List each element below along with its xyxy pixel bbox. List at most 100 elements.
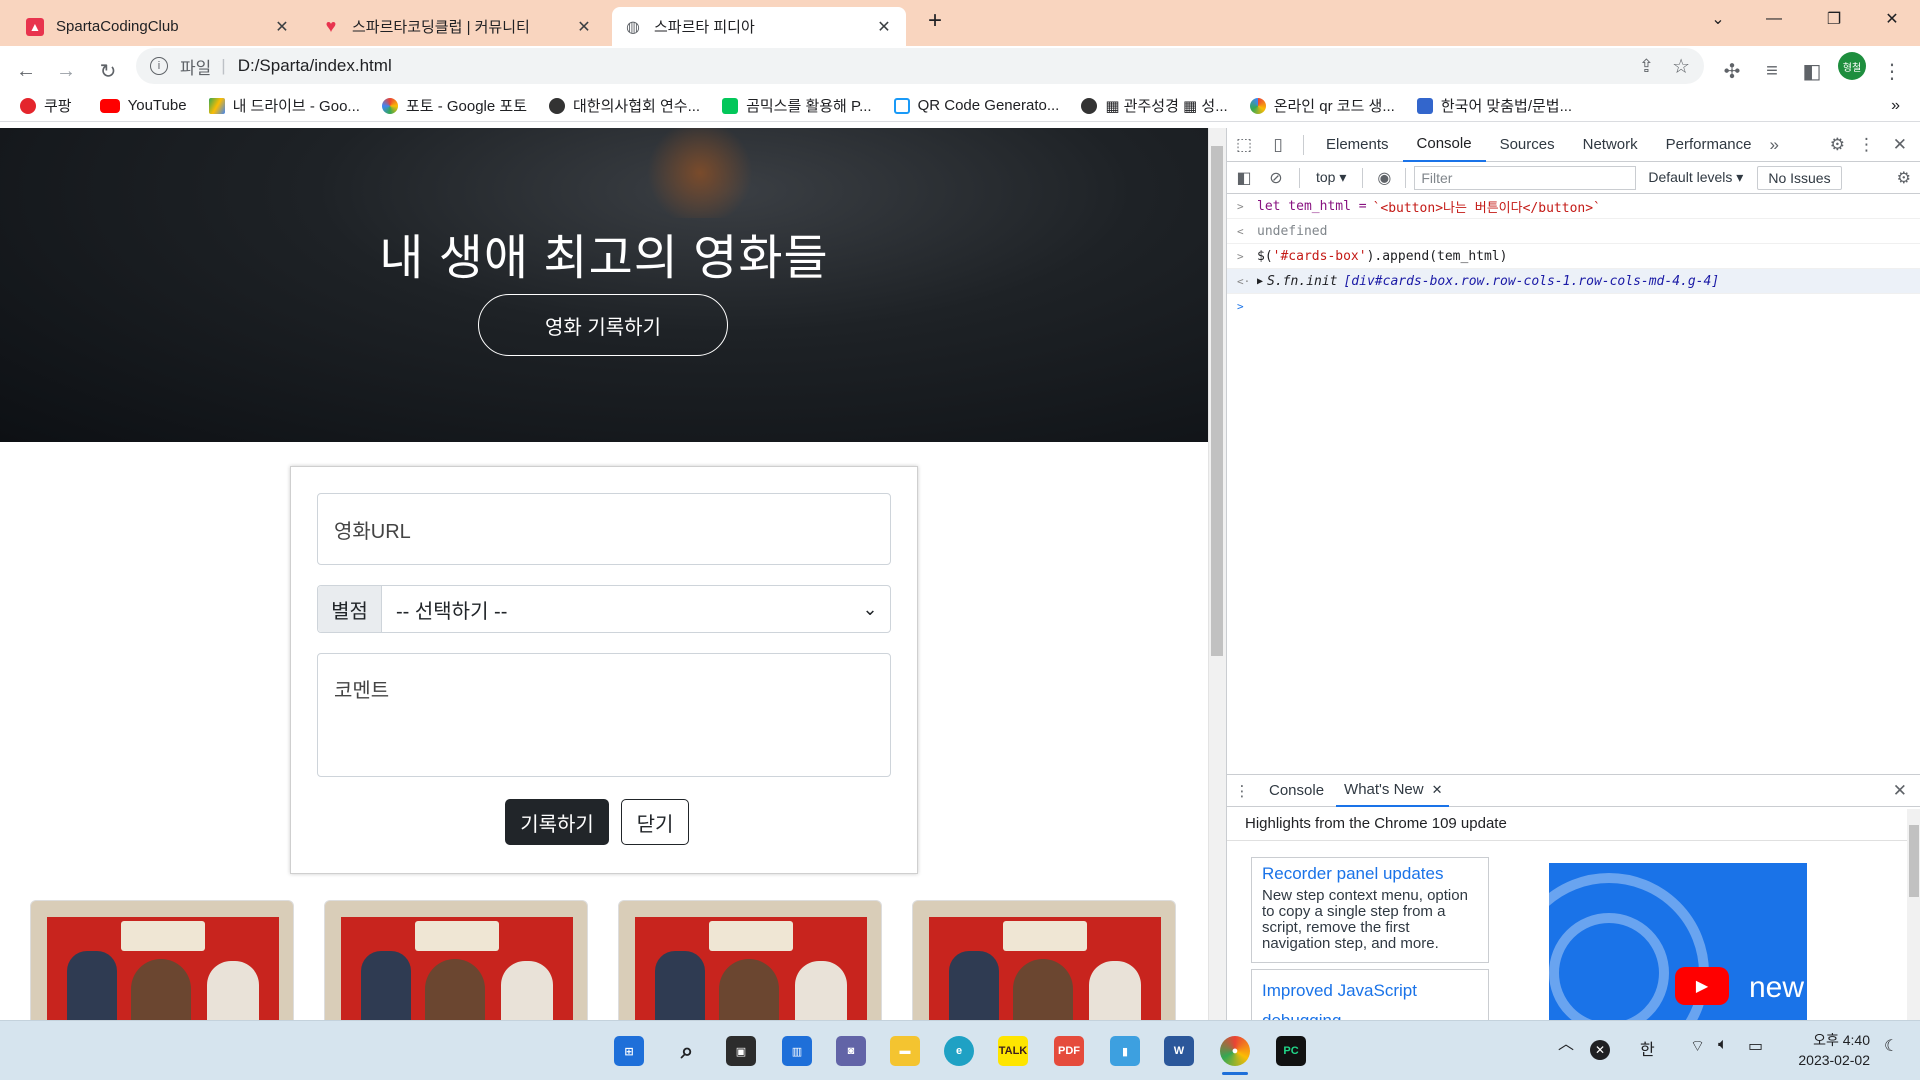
movie-poster[interactable] bbox=[912, 900, 1176, 1020]
log-levels-select[interactable]: Default levels ▾ bbox=[1648, 169, 1743, 186]
bookmark-drive[interactable]: 내 드라이브 - Goo... bbox=[208, 95, 360, 116]
search-icon[interactable]: ⌕ bbox=[672, 1036, 702, 1066]
whats-new-video-thumbnail[interactable]: ▶ new bbox=[1549, 863, 1807, 1021]
share-icon[interactable]: ⇪ bbox=[1639, 56, 1654, 77]
console-prompt[interactable]: > bbox=[1227, 294, 1920, 319]
media-icon[interactable]: ≡ bbox=[1756, 55, 1788, 87]
movie-poster[interactable] bbox=[618, 900, 882, 1020]
page-scrollbar-thumb[interactable] bbox=[1211, 146, 1223, 656]
new-tab-button[interactable]: + bbox=[920, 6, 950, 36]
close-devtools-icon[interactable]: ✕ bbox=[1893, 135, 1907, 155]
edge-icon[interactable]: e bbox=[944, 1036, 974, 1066]
side-panel-icon[interactable]: ◧ bbox=[1796, 55, 1828, 87]
device-toggle-icon[interactable]: ▯ bbox=[1261, 135, 1295, 155]
context-select[interactable]: top ▾ bbox=[1308, 169, 1354, 186]
close-tab-icon[interactable]: ✕ bbox=[1432, 782, 1443, 798]
info-icon[interactable]: i bbox=[150, 57, 168, 75]
menu-icon[interactable]: ⋮ bbox=[1876, 55, 1908, 87]
address-bar[interactable]: i 파일 | D:/Sparta/index.html ⇪ ☆ bbox=[136, 48, 1704, 84]
console-settings-icon[interactable]: ⚙ bbox=[1897, 168, 1911, 188]
teams-chat-icon[interactable]: ◙ bbox=[836, 1036, 866, 1066]
task-view-icon[interactable]: ▣ bbox=[726, 1036, 756, 1066]
tab-community[interactable]: ♥ 스파르타코딩클럽 | 커뮤니티 ✕ bbox=[310, 7, 606, 46]
start-icon[interactable]: ⊞ bbox=[614, 1036, 644, 1066]
drawer-scrollbar[interactable] bbox=[1907, 809, 1920, 1021]
record-movie-button[interactable]: 영화 기록하기 bbox=[478, 294, 728, 356]
minimize-button[interactable]: — bbox=[1746, 0, 1802, 38]
file-explorer-icon[interactable]: ▬ bbox=[890, 1036, 920, 1066]
more-tabs-icon[interactable]: » bbox=[1770, 135, 1779, 155]
widgets-icon[interactable]: ▥ bbox=[782, 1036, 812, 1066]
sidebar-toggle-icon[interactable]: ◧ bbox=[1227, 168, 1261, 188]
console-filter-input[interactable]: Filter bbox=[1414, 165, 1637, 190]
expand-triangle-icon[interactable]: ▶ bbox=[1257, 276, 1263, 287]
tray-overflow-icon[interactable]: ︿ bbox=[1558, 1030, 1574, 1054]
devtools-menu-icon[interactable]: ⋮ bbox=[1858, 135, 1875, 155]
whats-new-card[interactable]: Improved JavaScript debugging bbox=[1251, 969, 1489, 1021]
movie-poster[interactable] bbox=[324, 900, 588, 1020]
ime-indicator[interactable]: 한 bbox=[1640, 1036, 1655, 1060]
youtube-play-icon[interactable]: ▶ bbox=[1675, 967, 1729, 1005]
profile-avatar[interactable]: 형철 bbox=[1838, 52, 1866, 80]
notification-icon[interactable]: ☾ bbox=[1884, 1036, 1898, 1056]
movie-poster[interactable] bbox=[30, 900, 294, 1020]
restore-button[interactable]: ❐ bbox=[1806, 0, 1862, 38]
bookmark-youtube[interactable]: YouTube bbox=[99, 97, 187, 114]
bookmark-star-icon[interactable]: ☆ bbox=[1672, 54, 1690, 79]
battery-icon[interactable]: ▭ bbox=[1748, 1036, 1763, 1056]
tab-elements[interactable]: Elements bbox=[1312, 128, 1403, 162]
tab-performance[interactable]: Performance bbox=[1652, 128, 1766, 162]
bookmark-photos[interactable]: 포토 - Google 포토 bbox=[381, 95, 527, 116]
notepad-icon[interactable]: ▮ bbox=[1110, 1036, 1140, 1066]
url-text[interactable]: D:/Sparta/index.html bbox=[238, 56, 392, 76]
rating-select[interactable]: -- 선택하기 -- bbox=[382, 595, 850, 624]
settings-gear-icon[interactable]: ⚙ bbox=[1830, 135, 1845, 155]
volume-icon[interactable]: 🔈︎ bbox=[1718, 1036, 1728, 1054]
wifi-icon[interactable]: ⌔ bbox=[1690, 1036, 1705, 1056]
whats-new-card[interactable]: Recorder panel updates New step context … bbox=[1251, 857, 1489, 963]
submit-button[interactable]: 기록하기 bbox=[505, 799, 609, 845]
movie-url-input[interactable]: 영화URL bbox=[317, 493, 891, 565]
drawer-tab-console[interactable]: Console bbox=[1257, 782, 1336, 799]
close-tab-icon[interactable]: ✕ bbox=[574, 17, 594, 37]
bookmark-qr-online[interactable]: 온라인 qr 코드 생... bbox=[1249, 95, 1395, 116]
clear-console-icon[interactable]: ⊘ bbox=[1261, 168, 1291, 188]
comment-textarea[interactable]: 코멘트 bbox=[317, 653, 891, 777]
back-button[interactable]: ← bbox=[10, 55, 42, 87]
live-expression-eye-icon[interactable]: ◉ bbox=[1371, 168, 1397, 188]
extensions-icon[interactable]: ✣ bbox=[1716, 55, 1748, 87]
close-tab-icon[interactable]: ✕ bbox=[874, 17, 894, 37]
bookmark-kma[interactable]: 대한의사협회 연수... bbox=[549, 95, 700, 116]
drawer-tab-whats-new[interactable]: What's New ✕ bbox=[1336, 775, 1449, 807]
bookmark-qr[interactable]: QR Code Generato... bbox=[893, 97, 1059, 114]
tab-network[interactable]: Network bbox=[1569, 128, 1652, 162]
word-icon[interactable]: W bbox=[1164, 1036, 1194, 1066]
drawer-scrollbar-thumb[interactable] bbox=[1909, 825, 1919, 897]
tab-sparta-pedia[interactable]: ◍ 스파르타 피디아 ✕ bbox=[612, 7, 906, 46]
close-drawer-icon[interactable]: ✕ bbox=[1893, 781, 1907, 801]
drawer-menu-icon[interactable]: ⋮ bbox=[1227, 782, 1257, 800]
tray-app-icon[interactable]: ✕ bbox=[1590, 1040, 1610, 1060]
pdf-icon[interactable]: PDF bbox=[1054, 1036, 1084, 1066]
forward-button[interactable]: → bbox=[50, 55, 82, 87]
bookmark-gom[interactable]: 곰믹스를 활용해 P... bbox=[722, 95, 872, 116]
reload-button[interactable]: ↻ bbox=[92, 55, 124, 87]
pycharm-icon[interactable]: PC bbox=[1276, 1036, 1306, 1066]
chrome-icon[interactable]: ● bbox=[1220, 1036, 1250, 1066]
bookmark-bible[interactable]: ▦ 관주성경 ▦ 성... bbox=[1081, 95, 1228, 116]
bookmark-coupang[interactable]: 쿠팡 bbox=[20, 95, 72, 116]
card-title[interactable]: Improved JavaScript debugging bbox=[1262, 976, 1478, 1020]
card-title[interactable]: Recorder panel updates bbox=[1262, 864, 1478, 884]
inspect-icon[interactable]: ⬚ bbox=[1227, 135, 1261, 155]
kakaotalk-icon[interactable]: TALK bbox=[998, 1036, 1028, 1066]
tab-spartacodingclub[interactable]: ▲ SpartaCodingClub ✕ bbox=[14, 7, 304, 46]
tab-console[interactable]: Console bbox=[1402, 128, 1486, 162]
close-button[interactable]: 닫기 bbox=[621, 799, 689, 845]
bookmarks-overflow-button[interactable]: » bbox=[1891, 97, 1900, 115]
clock[interactable]: 오후 4:40 2023-02-02 bbox=[1780, 1030, 1870, 1070]
window-close-button[interactable]: ✕ bbox=[1864, 0, 1920, 38]
tab-sources[interactable]: Sources bbox=[1486, 128, 1569, 162]
tab-search-icon[interactable]: ⌄ bbox=[1690, 0, 1746, 38]
bookmark-spelling[interactable]: 한국어 맞춤법/문법... bbox=[1416, 95, 1572, 116]
close-tab-icon[interactable]: ✕ bbox=[272, 17, 292, 37]
